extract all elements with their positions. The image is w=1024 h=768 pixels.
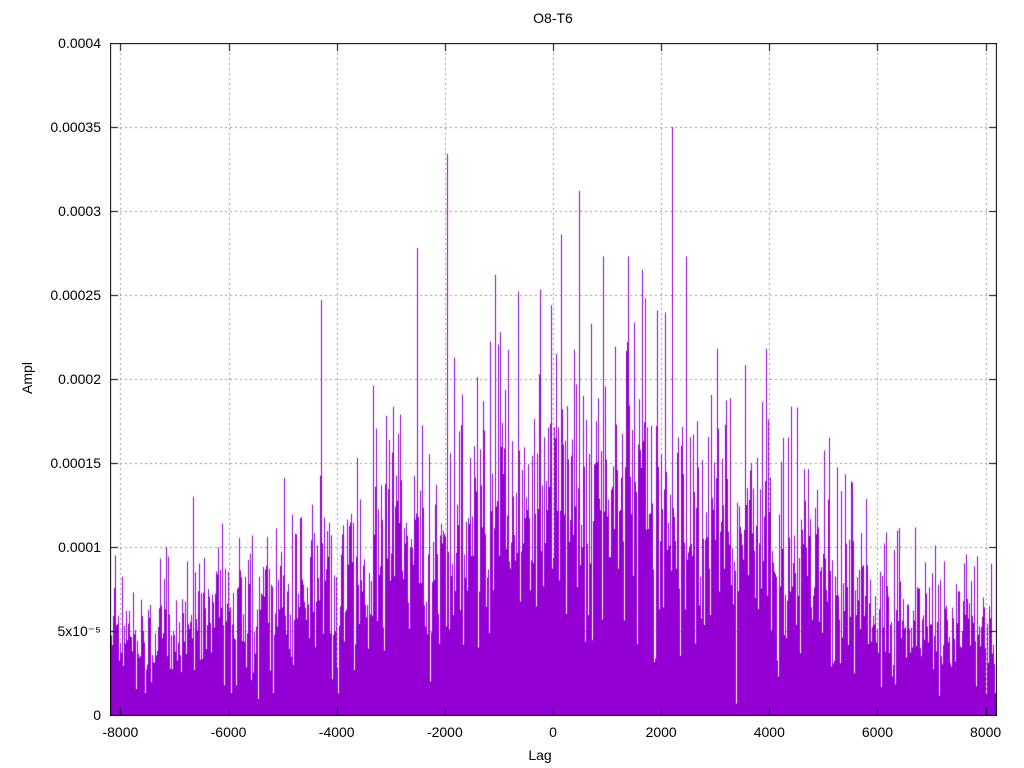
plot-area (110, 43, 997, 716)
y-tick-label: 5x10⁻⁵ (57, 623, 101, 639)
x-tick-label: -6000 (210, 724, 247, 740)
y-tick-label: 0 (93, 707, 101, 723)
y-tick-label: 0.0004 (58, 35, 101, 51)
x-tick-label: 6000 (861, 724, 894, 740)
x-tick-label: -4000 (318, 724, 355, 740)
y-tick-label: 0.00025 (50, 287, 101, 303)
x-tick-label: 0 (549, 724, 557, 740)
y-tick-label: 0.0002 (58, 371, 101, 387)
y-tick-label: 0.0001 (58, 539, 101, 555)
x-tick-label: -8000 (102, 724, 139, 740)
x-tick-label: 4000 (753, 724, 785, 740)
x-tick-label: 2000 (645, 724, 677, 740)
y-tick-label: 0.0003 (58, 203, 101, 219)
x-tick-label: 8000 (970, 724, 1002, 740)
x-tick-label: -2000 (426, 724, 463, 740)
chart-figure: O8-T6 Ampl Lag -8000 -6000 -4000 -2000 0 2000… (0, 0, 1024, 768)
y-tick-label: 0.00015 (50, 455, 101, 471)
y-tick-label: 0.00035 (50, 119, 101, 135)
x-axis-label: Lag (528, 747, 552, 763)
chart-title: O8-T6 (533, 10, 573, 26)
